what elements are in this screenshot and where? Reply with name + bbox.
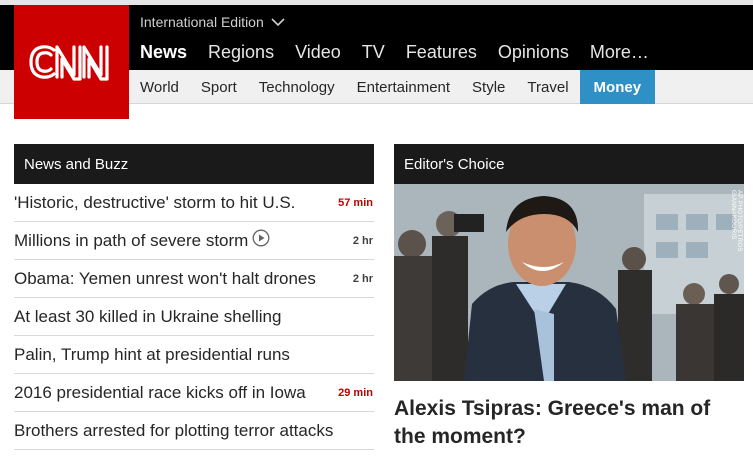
news-headline[interactable]: Millions in path of severe storm (14, 231, 248, 251)
subnav-money[interactable]: Money (579, 70, 656, 104)
news-headline[interactable]: Palin, Trump hint at presidential runs (14, 345, 290, 365)
news-headline-wrap[interactable]: Millions in path of severe storm (14, 229, 270, 252)
section-nav: World Sport Technology Entertainment Sty… (129, 70, 656, 104)
photo-credit: AP PHOTO/PETROS GIANNAKOURIS (730, 190, 742, 252)
subnav-technology[interactable]: Technology (248, 70, 346, 104)
news-and-buzz: News and Buzz 'Historic, destructive' st… (14, 144, 374, 450)
nav-more[interactable]: More… (590, 42, 649, 63)
news-item[interactable]: At least 30 killed in Ukraine shelling (14, 298, 374, 336)
subnav-entertainment[interactable]: Entertainment (346, 70, 461, 104)
edition-label: International Edition (140, 14, 264, 30)
news-item[interactable]: Brothers arrested for plotting terror at… (14, 412, 374, 450)
feature-photo[interactable]: AP PHOTO/PETROS GIANNAKOURIS (394, 184, 744, 381)
news-item[interactable]: 2016 presidential race kicks off in Iowa… (14, 374, 374, 412)
news-headline[interactable]: 2016 presidential race kicks off in Iowa (14, 383, 306, 403)
news-item[interactable]: Palin, Trump hint at presidential runs (14, 336, 374, 374)
nav-opinions[interactable]: Opinions (498, 42, 569, 63)
news-timestamp: 29 min (338, 386, 373, 399)
nav-news[interactable]: News (140, 42, 187, 63)
news-item[interactable]: Millions in path of severe storm 2 hr (14, 222, 374, 260)
news-headline[interactable]: At least 30 killed in Ukraine shelling (14, 307, 281, 327)
news-list: 'Historic, destructive' storm to hit U.S… (14, 184, 374, 450)
news-timestamp: 2 hr (352, 272, 373, 285)
edition-selector[interactable]: International Edition (140, 13, 285, 31)
subnav-sport[interactable]: Sport (190, 70, 248, 104)
cnn-logo[interactable] (14, 5, 129, 119)
news-timestamp: 2 hr (352, 234, 373, 247)
feature-headline[interactable]: Alexis Tsipras: Greece's man of the mome… (394, 395, 744, 451)
news-headline[interactable]: 'Historic, destructive' storm to hit U.S… (14, 193, 295, 213)
nav-tv[interactable]: TV (362, 42, 385, 63)
feature-photo-illustration (394, 184, 744, 381)
subnav-style[interactable]: Style (461, 70, 516, 104)
subnav-world[interactable]: World (129, 70, 190, 104)
video-play-icon (252, 229, 270, 252)
subnav-travel[interactable]: Travel (516, 70, 579, 104)
news-timestamp: 57 min (338, 196, 373, 209)
nav-features[interactable]: Features (406, 42, 477, 63)
chevron-down-icon (271, 14, 285, 30)
news-headline[interactable]: Brothers arrested for plotting terror at… (14, 421, 333, 441)
nav-video[interactable]: Video (295, 42, 341, 63)
editors-choice-title: Editor's Choice (394, 144, 744, 184)
main-nav: News Regions Video TV Features Opinions … (140, 40, 670, 64)
news-and-buzz-title: News and Buzz (14, 144, 374, 184)
cnn-logo-icon (28, 45, 109, 81)
news-item[interactable]: 'Historic, destructive' storm to hit U.S… (14, 184, 374, 222)
editors-choice: Editor's Choice AP PHOTO/PETROS GIANNAKO… (394, 144, 744, 451)
news-headline[interactable]: Obama: Yemen unrest won't halt drones (14, 269, 316, 289)
nav-regions[interactable]: Regions (208, 42, 274, 63)
news-item[interactable]: Obama: Yemen unrest won't halt drones 2 … (14, 260, 374, 298)
